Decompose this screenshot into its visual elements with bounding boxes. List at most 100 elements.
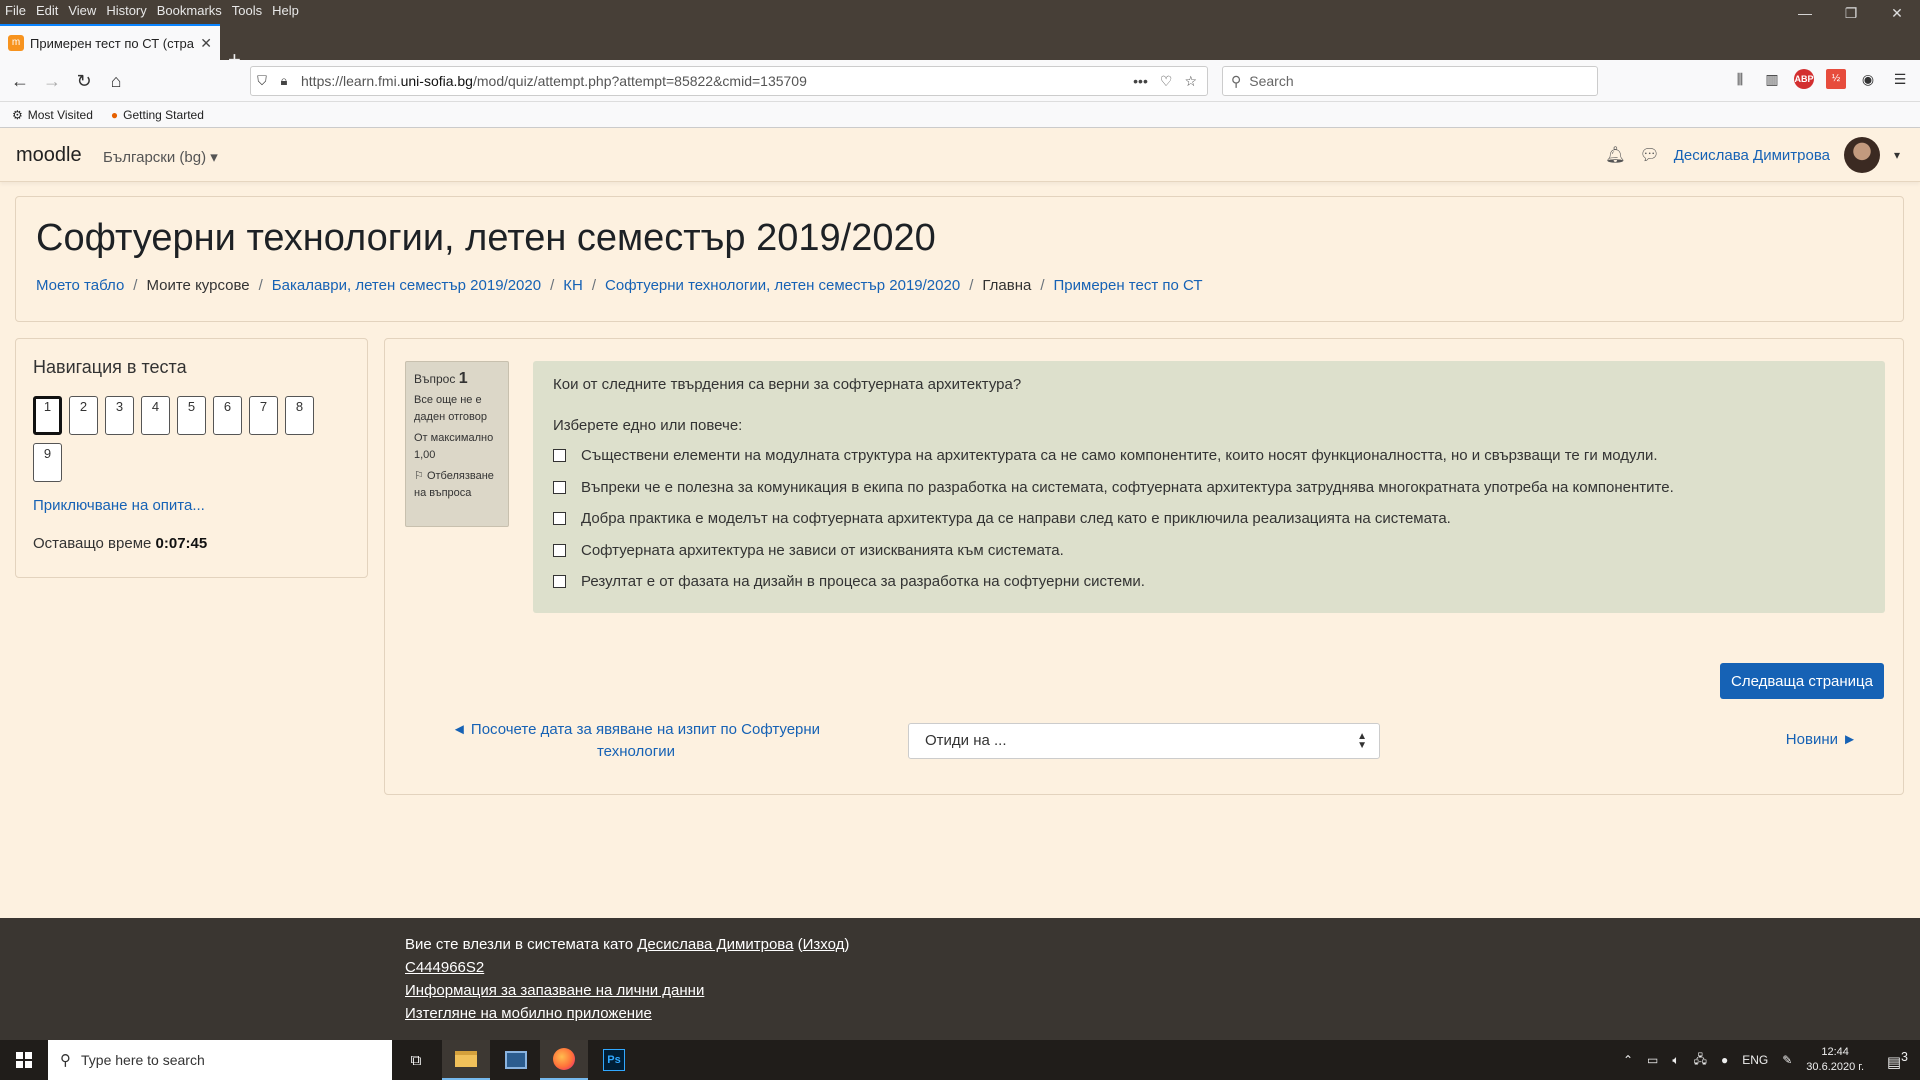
- bell-icon[interactable]: 🔔︎: [1605, 145, 1625, 165]
- menu-history[interactable]: History: [101, 3, 151, 18]
- footer-user-link[interactable]: Десислава Димитрова: [637, 936, 793, 953]
- question-nav-button[interactable]: 4: [141, 396, 170, 435]
- virtual-window-icon[interactable]: [492, 1040, 540, 1080]
- caret-down-icon: ▾: [210, 149, 218, 166]
- privacy-link[interactable]: Информация за запазване на лични данни: [405, 982, 704, 999]
- question-nav-button[interactable]: 1: [33, 396, 62, 435]
- question-nav-button[interactable]: 6: [213, 396, 242, 435]
- answer-label[interactable]: Съществени елементи на модулната структу…: [581, 447, 1658, 464]
- avatar[interactable]: [1843, 137, 1880, 173]
- battery-icon[interactable]: ▭: [1647, 1053, 1658, 1067]
- question-nav-button[interactable]: 9: [33, 443, 62, 482]
- adblock-plus-icon[interactable]: ABP: [1794, 69, 1814, 89]
- jump-to-select[interactable]: Отиди на ... ▲ ▼: [908, 723, 1380, 759]
- answer-checkbox[interactable]: [553, 512, 566, 526]
- browser-toolbar-right: ⫼ ▥ ABP ½ ◉ ☰: [1730, 69, 1910, 89]
- breadcrumb-item[interactable]: Бакалаври, летен семестър 2019/2020: [272, 277, 541, 294]
- hamburger-menu-icon[interactable]: ☰: [1890, 69, 1910, 89]
- answer-checkbox[interactable]: [553, 543, 566, 557]
- firefox-taskbar-icon[interactable]: [540, 1040, 588, 1080]
- question-number: Въпрос 1: [414, 370, 468, 387]
- photoshop-icon[interactable]: Ps: [590, 1040, 638, 1080]
- flag-question[interactable]: ⚐ Отбелязване на въпроса: [414, 468, 500, 502]
- previous-activity-link[interactable]: ◄ Посочете дата за явяване на изпит по С…: [441, 719, 831, 763]
- quiz-main-region: Въпрос 1 Все още не е даден отговор От м…: [384, 338, 1904, 795]
- breadcrumb-item[interactable]: Примерен тест по СТ: [1054, 277, 1203, 294]
- taskbar-search-input[interactable]: ⚲ Type here to search: [48, 1040, 392, 1080]
- answer-label[interactable]: Резултат е от фазата на дизайн в процеса…: [581, 573, 1145, 590]
- answer-label[interactable]: Добра практика е моделът на софтуерната …: [581, 510, 1451, 527]
- network-icon[interactable]: 🖧: [1694, 1050, 1707, 1071]
- messages-icon[interactable]: 💬︎: [1639, 145, 1659, 165]
- menu-view[interactable]: View: [63, 3, 101, 18]
- answer-label[interactable]: Софтуерната архитектура не зависи от изи…: [581, 542, 1064, 559]
- breadcrumb: Моето табло / Моите курсове / Бакалаври, лет…: [36, 277, 1203, 294]
- reload-icon[interactable]: ↻: [70, 67, 98, 95]
- url-bar[interactable]: ⛉ 🔒︎ https://learn.fmi.uni-sofia.bg/mod/…: [250, 66, 1208, 96]
- search-input[interactable]: ⚲ Search: [1222, 66, 1598, 96]
- breadcrumb-item[interactable]: Софтуерни технологии, летен семестър 201…: [605, 277, 960, 294]
- back-icon[interactable]: ←: [6, 67, 34, 95]
- question-nav-button[interactable]: 5: [177, 396, 206, 435]
- next-page-button[interactable]: Следваща страница: [1720, 663, 1884, 699]
- quiz-navigation-block: Навигация в теста 12345678 9 Приключване …: [15, 338, 368, 578]
- mobile-app-link[interactable]: Изтегляне на мобилно приложение: [405, 1005, 652, 1022]
- breadcrumb-item[interactable]: КН: [563, 277, 583, 294]
- question-nav-button[interactable]: 3: [105, 396, 134, 435]
- volume-icon[interactable]: 🔈︎: [1672, 1053, 1679, 1068]
- user-menu-caret-icon[interactable]: ▾: [1894, 148, 1900, 162]
- bookmark-most-visited[interactable]: ⚙ Most Visited: [12, 108, 93, 122]
- library-icon[interactable]: ⫼: [1730, 69, 1750, 89]
- question-text: Кои от следните твърдения са верни за со…: [553, 376, 1022, 393]
- notifications-icon[interactable]: ▤3: [1887, 1050, 1908, 1071]
- file-explorer-icon[interactable]: [442, 1040, 490, 1080]
- login-info: Вие сте влезли в системата като Десислав…: [405, 936, 850, 953]
- menu-edit[interactable]: Edit: [31, 3, 63, 18]
- question-nav-button[interactable]: 7: [249, 396, 278, 435]
- flag-icon: ⚐: [414, 470, 424, 482]
- language-menu[interactable]: Български (bg) ▾: [103, 148, 218, 166]
- answer-label[interactable]: Въпреки че е полезна за комуникация в ек…: [581, 479, 1674, 496]
- account-icon[interactable]: ◉: [1858, 69, 1878, 89]
- extension-icon[interactable]: ½: [1826, 69, 1846, 89]
- sidebar-icon[interactable]: ▥: [1762, 69, 1782, 89]
- menu-tools[interactable]: Tools: [227, 3, 267, 18]
- chevron-up-icon[interactable]: ⌃: [1623, 1053, 1633, 1067]
- browser-tab-active[interactable]: m Примерен тест по СТ (страни ✕: [0, 24, 220, 60]
- clock[interactable]: 12:44 30.6.2020 г.: [1806, 1045, 1864, 1075]
- logout-link[interactable]: Изход: [803, 936, 845, 953]
- tracking-protection-icon[interactable]: ⛉: [251, 73, 273, 89]
- menu-file[interactable]: File: [0, 3, 31, 18]
- question-nav-button[interactable]: 2: [69, 396, 98, 435]
- menu-bookmarks[interactable]: Bookmarks: [152, 3, 227, 18]
- bookmark-star-icon[interactable]: ☆: [1184, 73, 1197, 90]
- question-nav-button[interactable]: 8: [285, 396, 314, 435]
- answer-options: Съществени елементи на модулната структу…: [553, 440, 1865, 598]
- answer-checkbox[interactable]: [553, 480, 566, 494]
- pocket-icon[interactable]: ♡: [1160, 73, 1173, 90]
- answer-checkbox[interactable]: [553, 449, 566, 463]
- home-icon[interactable]: ⌂: [102, 67, 130, 95]
- menu-help[interactable]: Help: [267, 3, 304, 18]
- forward-icon[interactable]: →: [38, 67, 66, 95]
- next-activity-link[interactable]: Новини ►: [1515, 731, 1857, 748]
- page-actions-icon[interactable]: •••: [1133, 73, 1148, 90]
- input-language[interactable]: ENG: [1742, 1053, 1768, 1067]
- pen-icon[interactable]: ✎: [1782, 1053, 1792, 1067]
- task-view-icon[interactable]: ⧉: [392, 1040, 440, 1080]
- user-menu-name[interactable]: Десислава Димитрова: [1674, 147, 1830, 164]
- user-code-link[interactable]: C444966S2: [405, 959, 484, 976]
- browser-menubar: File Edit View History Bookmarks Tools H…: [0, 0, 1920, 20]
- bookmark-getting-started[interactable]: ● Getting Started: [111, 108, 204, 122]
- moodle-navbar: moodle Български (bg) ▾ 🔔︎ 💬︎ Десислава …: [0, 128, 1920, 182]
- site-logo[interactable]: moodle: [16, 144, 82, 167]
- start-button[interactable]: [0, 1040, 48, 1080]
- finish-attempt-link[interactable]: Приключване на опита...: [33, 497, 205, 514]
- lock-icon[interactable]: 🔒︎: [273, 73, 295, 89]
- breadcrumb-separator: /: [969, 277, 974, 294]
- breadcrumb-item[interactable]: Моето табло: [36, 277, 124, 294]
- breadcrumb-separator: /: [550, 277, 555, 294]
- close-tab-icon[interactable]: ✕: [200, 35, 212, 52]
- answer-checkbox[interactable]: [553, 575, 566, 589]
- location-icon[interactable]: ●: [1721, 1053, 1728, 1067]
